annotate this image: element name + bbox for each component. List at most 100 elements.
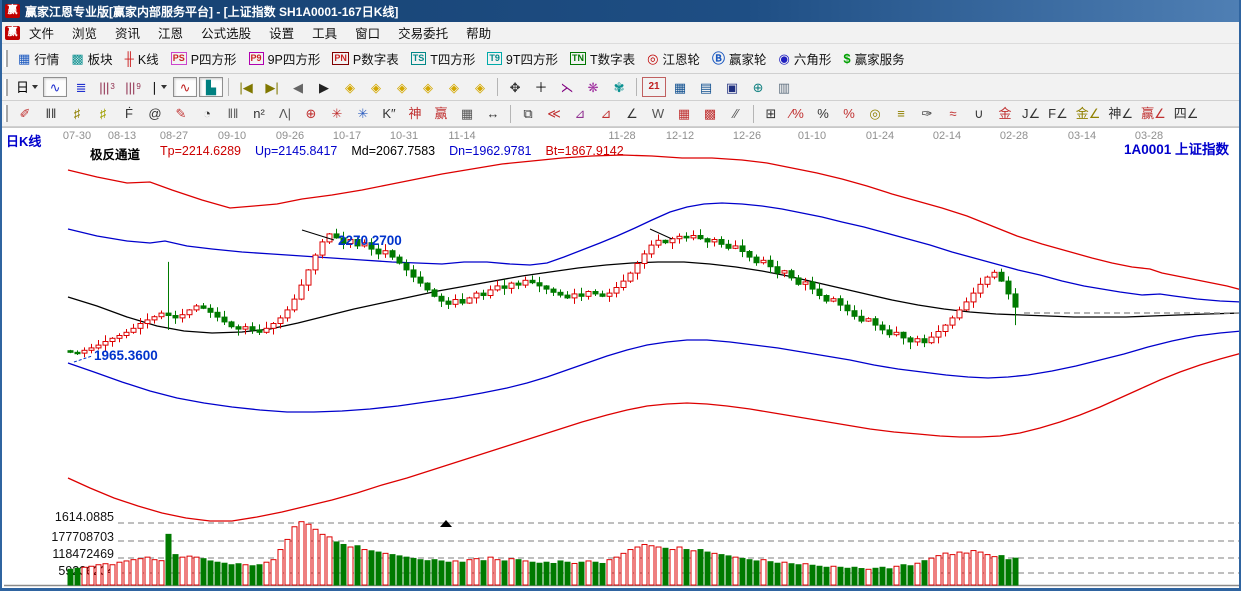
celtic-knot-button[interactable]: ✾ xyxy=(607,77,631,97)
t9-square-button[interactable]: T99T四方形 xyxy=(481,47,564,70)
gann-flower-button[interactable]: ❋ xyxy=(581,77,605,97)
t-square-button[interactable]: TST四方形 xyxy=(405,47,482,70)
remote-desktop-button[interactable]: ▥ xyxy=(772,77,796,97)
toolbar-grip[interactable] xyxy=(4,79,8,96)
f-angle-button[interactable]: F∠ xyxy=(1045,104,1071,124)
gold-angle-button[interactable]: 金∠ xyxy=(1073,104,1104,124)
circle-cross-button[interactable]: ⊕ xyxy=(299,104,323,124)
gann-wheel-button[interactable]: ◎江恩轮 xyxy=(641,47,706,70)
grid-red-2-button[interactable]: ▩ xyxy=(698,104,722,124)
save-floppy-button[interactable]: ▣ xyxy=(720,77,744,97)
shen-tool-button[interactable]: 神 xyxy=(403,104,427,124)
first-screen-button[interactable]: |◀ xyxy=(234,77,258,97)
width-measure-button[interactable]: ↔ xyxy=(481,104,505,124)
prev-bar-button[interactable]: ◀ xyxy=(286,77,310,97)
percent-slash-button[interactable]: ∕% xyxy=(785,104,809,124)
p-square-button[interactable]: PSP四方形 xyxy=(165,47,243,70)
volume-profile-button[interactable]: ▙ xyxy=(199,77,223,97)
last-screen-button[interactable]: ▶| xyxy=(260,77,284,97)
spiral-tool-button[interactable]: @ xyxy=(143,104,167,124)
shen-angle-button[interactable]: 神∠ xyxy=(1105,104,1136,124)
f-tool-button[interactable]: Ḟ xyxy=(117,104,141,124)
box-select-button[interactable]: ⧉ xyxy=(516,104,540,124)
annotation-note-button[interactable]: ≣ xyxy=(69,77,93,97)
freehand-draw-button[interactable]: ∿ xyxy=(43,77,67,97)
merge-3-bars-button[interactable]: |||3 xyxy=(95,77,119,97)
percent-line-button[interactable]: % xyxy=(837,104,861,124)
trend-arrows-button[interactable]: ∠ xyxy=(620,104,644,124)
toolbar-grip[interactable] xyxy=(4,50,8,67)
menu-item-资讯[interactable]: 资讯 xyxy=(106,21,149,44)
menu-item-交易委托[interactable]: 交易委托 xyxy=(389,21,457,44)
percent-button[interactable]: % xyxy=(811,104,835,124)
compress-h-diamond-button[interactable]: ◈ xyxy=(416,77,440,97)
gold-underline-button[interactable]: 金 xyxy=(993,104,1017,124)
n-square-button[interactable]: n² xyxy=(247,104,271,124)
calendar-button[interactable]: 21 xyxy=(642,77,666,97)
j-angle-button[interactable]: J∠ xyxy=(1019,104,1043,124)
k-marks-button[interactable]: K″ xyxy=(377,104,401,124)
gold-comb-1-button[interactable]: ♯ xyxy=(65,104,89,124)
hexagon-button[interactable]: ◉六角形 xyxy=(773,47,838,70)
volume-bars[interactable] xyxy=(68,522,1018,585)
fan-box-2-button[interactable]: ⊿ xyxy=(594,104,618,124)
menu-item-浏览[interactable]: 浏览 xyxy=(63,21,106,44)
trade-notes-button[interactable]: ▤ xyxy=(694,77,718,97)
time-comb-button[interactable]: ǁǁ xyxy=(221,104,245,124)
star-box-button[interactable]: ✳ xyxy=(351,104,375,124)
menu-item-帮助[interactable]: 帮助 xyxy=(457,21,500,44)
calculator-button[interactable]: ▦ xyxy=(668,77,692,97)
fan-lines-red-button[interactable]: ≪ xyxy=(542,104,566,124)
next-bar-button[interactable]: ▶ xyxy=(312,77,336,97)
menu-item-工具[interactable]: 工具 xyxy=(303,21,346,44)
grid-red-1-button[interactable]: ▦ xyxy=(672,104,696,124)
candlestick-series[interactable] xyxy=(68,229,1018,358)
gold-lines-button[interactable]: ≡ xyxy=(889,104,913,124)
si-angle-button[interactable]: 四∠ xyxy=(1171,104,1202,124)
candle-style-dropdown-button[interactable]: 日 xyxy=(13,77,41,97)
compress-left-diamond-button[interactable]: ◈ xyxy=(338,77,362,97)
menu-item-设置[interactable]: 设置 xyxy=(260,21,303,44)
gold-comb-2-button[interactable]: ♯ xyxy=(91,104,115,124)
price-chart-canvas[interactable]: 1614.0885177708703118472469592362342270.… xyxy=(2,127,1241,591)
time-grid-button[interactable]: ǁǁ xyxy=(39,104,63,124)
freehand-red-button[interactable]: ∿ xyxy=(173,77,197,97)
menu-item-窗口[interactable]: 窗口 xyxy=(346,21,389,44)
t-number-table-button[interactable]: TNT数字表 xyxy=(564,47,641,70)
winner-service-button[interactable]: $赢家服务 xyxy=(837,47,910,70)
ying-tool-button[interactable]: 赢 xyxy=(429,104,453,124)
winner-wheel-button[interactable]: Ⓑ赢家轮 xyxy=(706,47,773,70)
red-pen-button[interactable]: ✎ xyxy=(169,104,193,124)
menu-item-文件[interactable]: 文件 xyxy=(20,21,63,44)
menu-item-江恩[interactable]: 江恩 xyxy=(149,21,192,44)
grid-123-button[interactable]: ▦ xyxy=(455,104,479,124)
kline-button[interactable]: ╫K线 xyxy=(119,47,165,70)
angle-measure-button[interactable]: ⋋ xyxy=(555,77,579,97)
menu-item-公式选股[interactable]: 公式选股 xyxy=(192,21,260,44)
slant-lines-button[interactable]: ∕∕ xyxy=(724,104,748,124)
toolbar-grip[interactable] xyxy=(4,105,8,122)
crosshair-button[interactable]: ＋ xyxy=(529,77,553,97)
p-number-table-button[interactable]: PNP数字表 xyxy=(326,47,404,70)
a-line-button[interactable]: Λ| xyxy=(273,104,297,124)
ying-angle-button[interactable]: 赢∠ xyxy=(1138,104,1169,124)
gold-circle-button[interactable]: ◎ xyxy=(863,104,887,124)
pan-hand-button[interactable]: ✥ xyxy=(503,77,527,97)
compress-right-diamond-button[interactable]: ◈ xyxy=(364,77,388,97)
cup-pattern-button[interactable]: ∪ xyxy=(967,104,991,124)
pen-tool-button[interactable]: ✐ xyxy=(13,104,37,124)
star-rays-button[interactable]: ✳ xyxy=(325,104,349,124)
p9-square-button[interactable]: P99P四方形 xyxy=(243,47,327,70)
merge-9-bars-button[interactable]: |||9 xyxy=(121,77,145,97)
wave-fit-button[interactable]: ≈ xyxy=(941,104,965,124)
zigzag-lines-button[interactable]: W xyxy=(646,104,670,124)
time-clock-button[interactable]: ◔ xyxy=(195,104,219,124)
fan-box-1-button[interactable]: ⊿ xyxy=(568,104,592,124)
pen-bars-button[interactable]: ✑ xyxy=(915,104,939,124)
quotes-button[interactable]: ▦行情 xyxy=(12,47,65,70)
price-scale-button[interactable]: ⊞ xyxy=(759,104,783,124)
compress-all-diamond-button[interactable]: ◈ xyxy=(442,77,466,97)
sectors-button[interactable]: ▩板块 xyxy=(65,47,118,70)
save-remote-button[interactable]: ⊕ xyxy=(746,77,770,97)
expand-h-diamond-button[interactable]: ◈ xyxy=(390,77,414,97)
